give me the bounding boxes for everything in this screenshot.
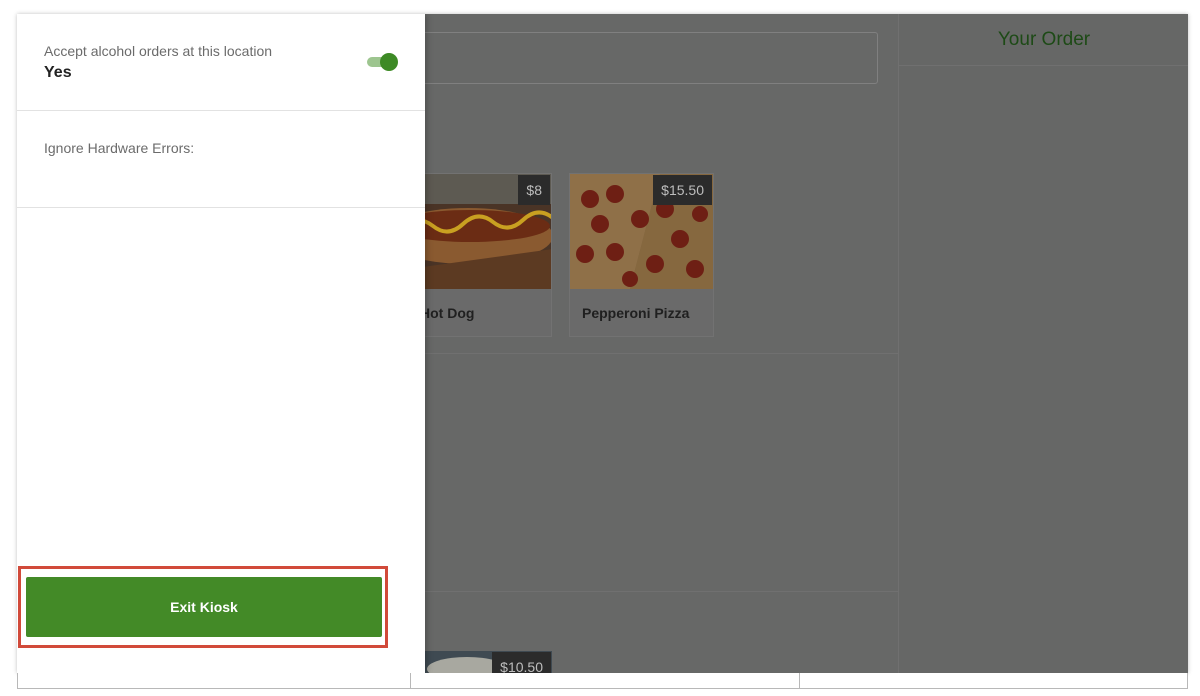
product-name: Hot Dog [420, 305, 475, 321]
row-divider [397, 591, 898, 592]
pepperoni-pizza-image: $15.50 [570, 174, 713, 289]
product-image: $10.50 [407, 651, 552, 673]
price-badge: $10.50 [492, 652, 551, 673]
price-badge: $15.50 [653, 175, 712, 205]
product-card-pepperoni-pizza[interactable]: $15.50 Pepperoni Pizza [569, 173, 714, 337]
alcohol-toggle[interactable] [367, 53, 398, 71]
toggle-knob [380, 53, 398, 71]
order-panel-header: Your Order [899, 14, 1188, 66]
order-panel: Your Order [898, 14, 1188, 673]
product-card-hot-dog[interactable]: $8 Hot Dog [407, 173, 552, 337]
search-field[interactable] [397, 32, 878, 84]
alcohol-setting-label: Accept alcohol orders at this location [44, 43, 273, 59]
product-card[interactable]: $10.50 [407, 651, 552, 673]
hot-dog-image: $8 [408, 174, 551, 289]
order-panel-title: Your Order [997, 28, 1091, 50]
bottom-tab-strip [17, 673, 1188, 689]
row-divider [397, 353, 898, 354]
exit-kiosk-button[interactable]: Exit Kiosk [26, 577, 382, 637]
hardware-setting-label: Ignore Hardware Errors: [44, 140, 195, 156]
tab-divider [799, 673, 800, 688]
tab-divider [410, 673, 411, 688]
alcohol-setting-row: Accept alcohol orders at this location Y… [17, 14, 425, 111]
hardware-setting-row: Ignore Hardware Errors: [17, 111, 425, 208]
product-name: Pepperoni Pizza [582, 305, 690, 321]
alcohol-setting-value: Yes [44, 64, 72, 81]
price-badge: $8 [518, 175, 550, 205]
